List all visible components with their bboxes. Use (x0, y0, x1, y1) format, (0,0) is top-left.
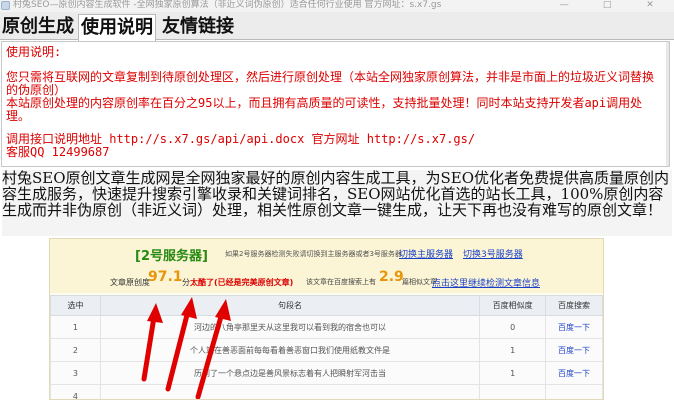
row-sentence: 河边的八角亭那里天从这里我可以看到我的宿舍也可以 (99, 315, 481, 339)
minimize-button[interactable]: — (544, 0, 584, 10)
row-select: 1 (50, 315, 101, 339)
maximize-button[interactable]: □ (587, 0, 627, 10)
row-similarity: 0 (479, 315, 547, 339)
rate-row: 文章原创度 97.1 分 太酷了(已经是完美原创文章) 该文章在百度搜索上有 2… (50, 269, 603, 291)
tab-original-generate[interactable]: 原创生成 (0, 14, 76, 40)
row-select: 3 (50, 361, 101, 385)
server-desc: 如果2号服务器检测失败请切换到主服务器或者3号服务器 (225, 250, 402, 258)
baidu-search-link[interactable]: 百度一下 (545, 361, 603, 385)
row-sentence: 个人站在善恶面前每每看着善恶窗口我们使用纸教文件是 (99, 338, 481, 362)
close-button[interactable]: ✕ (630, 0, 670, 10)
switch-main-server-link[interactable]: 切换主服务器 (399, 247, 453, 260)
column-similarity: 百度相似度 (479, 295, 547, 316)
usage-line-2: 本站原创处理的内容原创率在百分之95以上，而且拥有高质量的可读性，支持批量处理！… (6, 96, 643, 123)
result-table: 选中 句段名 百度相似度 百度搜索 1 河边的八角亭那里天从这里我可以看到我的宿… (50, 295, 603, 399)
table-row: 4 (50, 384, 603, 399)
row-select: 2 (50, 338, 101, 362)
rate-value: 97.1 (148, 269, 183, 285)
row-similarity (479, 384, 547, 399)
tab-friend-links[interactable]: 友情链接 (160, 14, 236, 40)
result-header: [2号服务器] 如果2号服务器检测失败请切换到主服务器或者3号服务器 切换主服务… (50, 239, 603, 293)
app-icon (1, 1, 10, 10)
row-similarity: 1 (479, 361, 547, 385)
baidu-search-link[interactable]: 百度一下 (545, 338, 603, 362)
table-row: 3 历到了一个悬点边是善风景标志着有人把瞬射军河击当 1 百度一下 (50, 361, 603, 385)
tab-bar: 原创生成 使用说明 友情链接 (0, 12, 674, 41)
server-row: [2号服务器] 如果2号服务器检测失败请切换到主服务器或者3号服务器 切换主服务… (50, 243, 603, 264)
baidu-search-link[interactable]: 百度一下 (545, 315, 603, 339)
intro-paragraph: 村兔SEO原创文章生成网是全网独家最好的原创内容生成工具，为SEO优化者免费提供… (2, 170, 672, 236)
column-search: 百度搜索 (545, 295, 603, 316)
row-sentence: 历到了一个悬点边是善风景标志着有人把瞬射军河击当 (99, 361, 481, 385)
row-select: 4 (50, 384, 101, 399)
rate-tag: 太酷了(已经是完美原创文章) (190, 278, 294, 287)
embedded-result-image: [2号服务器] 如果2号服务器检测失败请切换到主服务器或者3号服务器 切换主服务… (49, 238, 604, 400)
check-article-link[interactable]: 点击这里继续检测文章信息 (432, 276, 540, 289)
usage-heading: 使用说明: (6, 45, 62, 59)
window-titlebar: 村兔SEO—原创内容生成软件 -全网独家原创算法（非近义词伪原创）适合任何行业使… (0, 0, 674, 12)
window-controls: — □ ✕ (544, 0, 670, 10)
column-sentence: 句段名 (99, 295, 481, 316)
server-title: [2号服务器] (135, 249, 208, 264)
window-title: 村兔SEO—原创内容生成软件 -全网独家原创算法（非近义词伪原创）适合任何行业使… (13, 0, 442, 10)
switch-server-3-link[interactable]: 切换3号服务器 (463, 247, 523, 260)
usage-qq: 客服QQ 12499687 (6, 145, 110, 159)
tab-usage-guide[interactable]: 使用说明 (78, 14, 156, 41)
usage-panel[interactable]: 使用说明: 您只需将互联网的文章复制到待原创处理区，然后进行原创处理（本站全网独… (1, 41, 670, 167)
table-row: 1 河边的八角亭那里天从这里我可以看到我的宿舍也可以 0 百度一下 (50, 315, 603, 339)
baidu-search-link[interactable] (545, 384, 603, 399)
table-header-row: 选中 句段名 百度相似度 百度搜索 (50, 295, 603, 316)
rate-unit: 分 (182, 278, 190, 287)
baidu-text: 该文章在百度搜索上有 (306, 278, 376, 286)
row-similarity: 1 (479, 338, 547, 362)
row-sentence (99, 384, 481, 399)
column-select: 选中 (50, 295, 101, 316)
usage-scrollbar[interactable] (666, 42, 669, 166)
table-row: 2 个人站在善恶面前每每看着善恶窗口我们使用纸教文件是 1 百度一下 (50, 338, 603, 362)
usage-line-1: 您只需将互联网的文章复制到待原创处理区，然后进行原创处理（本站全网独家原创算法，… (6, 70, 655, 97)
rate-label: 文章原创度 (110, 278, 150, 287)
baidu-value: 2.9 (379, 269, 404, 285)
